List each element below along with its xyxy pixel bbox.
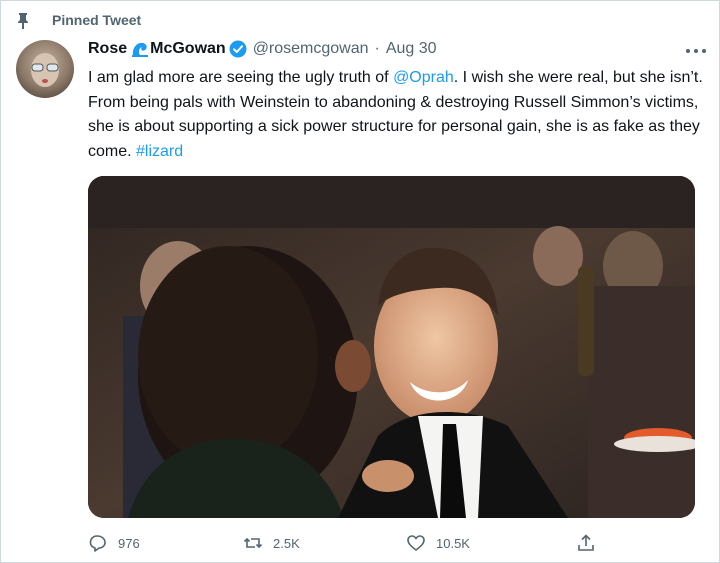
pin-icon (18, 13, 28, 29)
reply-button[interactable]: 976 (88, 533, 140, 553)
avatar[interactable] (16, 40, 74, 98)
tweet-text-part-1: I am glad more are seeing the ugly truth… (88, 69, 394, 86)
share-button[interactable] (576, 533, 606, 553)
retweet-count: 2.5K (273, 535, 300, 551)
tweet-date[interactable]: Aug 30 (386, 40, 437, 58)
more-options-icon[interactable] (686, 44, 706, 58)
tweet-photo[interactable] (88, 176, 695, 518)
tweet-header: Rose McGowan @rosemcgowan · Aug 30 (88, 40, 700, 58)
separator: · (374, 40, 380, 57)
tweet-text: I am glad more are seeing the ugly truth… (88, 66, 708, 164)
reply-count: 976 (118, 535, 140, 551)
like-button[interactable]: 10.5K (406, 533, 470, 553)
author-first-name[interactable]: Rose (88, 40, 127, 58)
reply-icon (89, 535, 106, 552)
author-handle[interactable]: @rosemcgowan (253, 40, 369, 58)
photo-image (88, 176, 695, 518)
avatar-image (31, 53, 59, 87)
pinned-label: Pinned Tweet (52, 12, 142, 28)
wave-icon (132, 42, 149, 57)
retweet-icon (243, 537, 263, 549)
pinned-indicator: Pinned Tweet (18, 12, 142, 29)
retweet-button[interactable]: 2.5K (243, 533, 300, 553)
like-count: 10.5K (436, 535, 470, 551)
author-last-name[interactable]: McGowan (150, 40, 226, 58)
tweet-actions: 976 2.5K 10.5K (88, 533, 688, 559)
verified-icon (229, 40, 247, 58)
share-icon (578, 534, 594, 551)
mention-link[interactable]: @Oprah (393, 69, 454, 86)
heart-icon (407, 535, 425, 551)
hashtag-link[interactable]: #lizard (136, 143, 183, 160)
